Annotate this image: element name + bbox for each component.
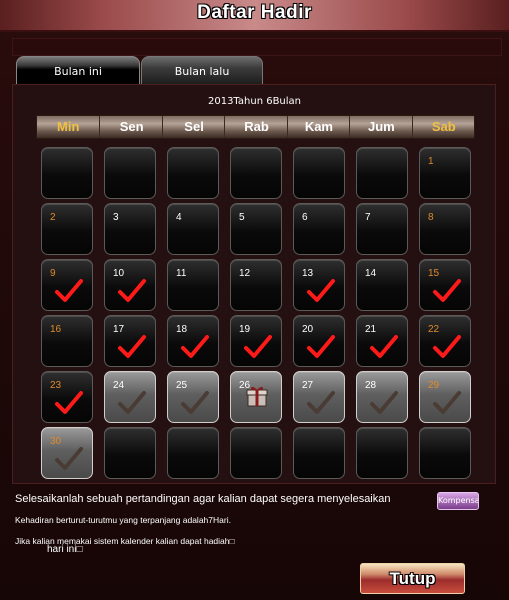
pending-check-icon: [433, 391, 461, 414]
attended-check-icon: [118, 335, 146, 358]
tab-this-month[interactable]: Bulan ini: [16, 56, 140, 85]
attended-check-icon: [244, 335, 272, 358]
calendar-empty-cell: [167, 147, 219, 199]
pending-check-icon: [55, 447, 83, 470]
close-button[interactable]: Tutup: [360, 563, 465, 594]
calendar-day[interactable]: 22: [419, 315, 471, 367]
calendar-day[interactable]: 19: [230, 315, 282, 367]
pending-check-icon: [307, 391, 335, 414]
calendar-day[interactable]: 18: [167, 315, 219, 367]
calendar-empty-cell: [293, 427, 345, 479]
tab-last-month[interactable]: Bulan lalu: [141, 56, 263, 85]
weekday-5: Jum: [349, 116, 412, 138]
calendar-day[interactable]: 5: [230, 203, 282, 255]
pending-check-icon: [370, 391, 398, 414]
weekday-6: Sab: [411, 116, 475, 138]
day-number: 3: [113, 212, 119, 223]
calendar-day[interactable]: 30: [41, 427, 93, 479]
calendar-empty-cell: [104, 147, 156, 199]
calendar-day[interactable]: 7: [356, 203, 408, 255]
calendar-empty-cell: [230, 147, 282, 199]
calendar-day[interactable]: 27: [293, 371, 345, 423]
calendar-day[interactable]: 25: [167, 371, 219, 423]
title-bar: Daftar Hadir: [0, 0, 509, 32]
calendar-empty-cell: [230, 427, 282, 479]
calendar-day[interactable]: 8: [419, 203, 471, 255]
day-number: 14: [365, 268, 377, 279]
calendar-day[interactable]: 12: [230, 259, 282, 311]
calendar-day[interactable]: 9: [41, 259, 93, 311]
calendar-empty-cell: [104, 427, 156, 479]
day-number: 1: [428, 156, 434, 167]
calendar-day[interactable]: 13: [293, 259, 345, 311]
calendar-day[interactable]: 3: [104, 203, 156, 255]
day-number: 12: [239, 268, 251, 279]
attended-check-icon: [55, 391, 83, 414]
calendar-day[interactable]: 4: [167, 203, 219, 255]
top-strip: [12, 38, 502, 56]
weekday-1: Sen: [99, 116, 162, 138]
calendar-day[interactable]: 28: [356, 371, 408, 423]
day-number: 4: [176, 212, 182, 223]
window-title: Daftar Hadir: [197, 2, 312, 23]
day-number: 6: [302, 212, 308, 223]
weekday-2: Sel: [161, 116, 225, 138]
calendar-day[interactable]: 29: [419, 371, 471, 423]
attended-check-icon: [55, 279, 83, 302]
info-line-2: Kehadiran berturut-turutmu yang terpanja…: [15, 515, 231, 525]
calendar-day[interactable]: 24: [104, 371, 156, 423]
calendar-day[interactable]: 17: [104, 315, 156, 367]
attendance-window: Daftar Hadir Bulan ini Bulan lalu 2013Ta…: [0, 0, 509, 600]
gift-box-icon: [246, 386, 268, 407]
calendar-day[interactable]: 6: [293, 203, 345, 255]
calendar-empty-cell: [167, 427, 219, 479]
attended-check-icon: [118, 279, 146, 302]
weekday-3: Rab: [224, 116, 287, 138]
attended-check-icon: [370, 335, 398, 358]
calendar-day[interactable]: 23: [41, 371, 93, 423]
day-number: 16: [50, 324, 62, 335]
calendar-empty-cell: [41, 147, 93, 199]
calendar-day[interactable]: 21: [356, 315, 408, 367]
day-number: 8: [428, 212, 434, 223]
calendar-day[interactable]: 2: [41, 203, 93, 255]
calendar-empty-cell: [419, 427, 471, 479]
calendar-day[interactable]: 26: [230, 371, 282, 423]
attended-check-icon: [181, 335, 209, 358]
calendar-day[interactable]: 20: [293, 315, 345, 367]
weekday-header: Min Sen Sel Rab Kam Jum Sab: [36, 115, 475, 139]
info-line-1: Selesaikanlah sebuah pertandingan agar k…: [15, 493, 391, 505]
calendar-day[interactable]: 11: [167, 259, 219, 311]
day-number: 2: [50, 212, 56, 223]
day-number: 5: [239, 212, 245, 223]
attended-check-icon: [433, 279, 461, 302]
calendar-empty-cell: [356, 147, 408, 199]
calendar-day[interactable]: 15: [419, 259, 471, 311]
calendar-day[interactable]: 10: [104, 259, 156, 311]
pending-check-icon: [118, 391, 146, 414]
pending-check-icon: [181, 391, 209, 414]
attended-check-icon: [433, 335, 461, 358]
calendar-day[interactable]: 14: [356, 259, 408, 311]
day-number: 7: [365, 212, 371, 223]
attended-check-icon: [307, 279, 335, 302]
calendar-empty-cell: [293, 147, 345, 199]
weekday-4: Kam: [286, 116, 350, 138]
attended-check-icon: [307, 335, 335, 358]
info-line-4: hari ini□: [47, 544, 83, 555]
weekday-0: Min: [57, 119, 80, 134]
calendar-day[interactable]: 1: [419, 147, 471, 199]
calendar-day[interactable]: 16: [41, 315, 93, 367]
calendar-empty-cell: [356, 427, 408, 479]
month-label: 2013Tahun 6Bulan: [207, 96, 302, 107]
kompensasi-button[interactable]: Kompensasi: [437, 492, 479, 510]
day-number: 11: [176, 268, 187, 279]
